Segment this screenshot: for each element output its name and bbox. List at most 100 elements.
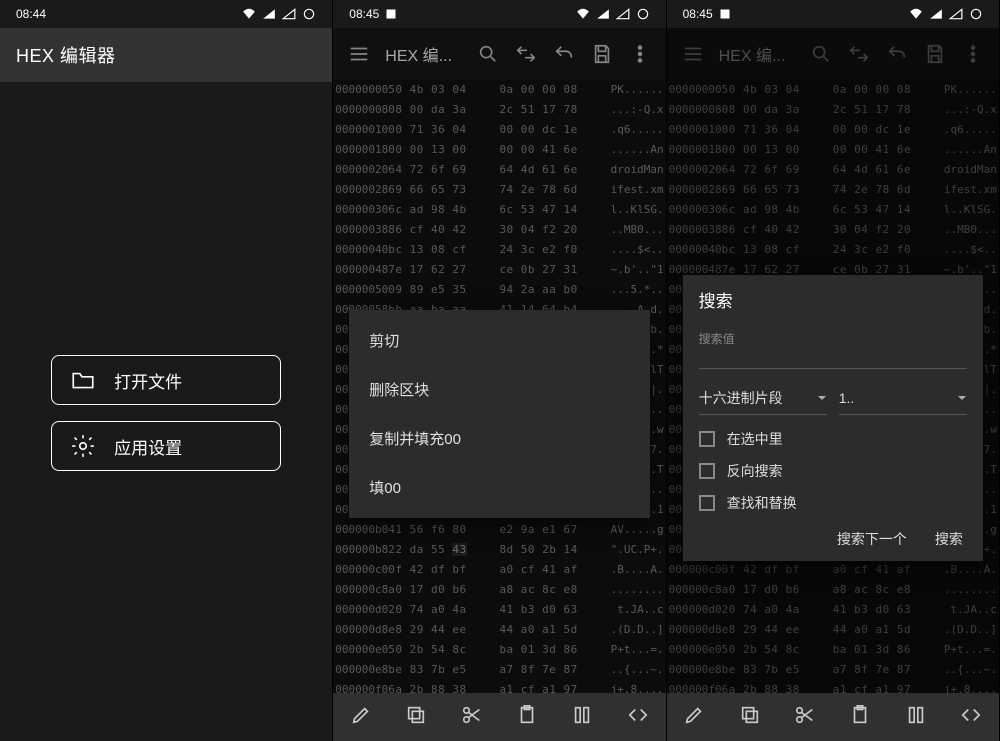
search-button[interactable] bbox=[470, 36, 506, 72]
hex-row[interactable]: 000000b822 da 55 438d 50 2b 14".UC.P+. bbox=[335, 540, 663, 560]
hex-row[interactable]: 000000c8a0 17 d0 b6a8 ac 8c e8........ bbox=[669, 580, 997, 600]
hex-row[interactable]: 0000002064 72 6f 6964 4d 61 6edroidMan bbox=[669, 160, 997, 180]
status-icons bbox=[576, 7, 650, 21]
paste-button[interactable] bbox=[516, 704, 538, 731]
chevron-down-icon bbox=[817, 393, 827, 403]
ctx-copy-fill-00[interactable]: 复制并填充00 bbox=[349, 414, 649, 463]
hex-row[interactable]: 00000040bc 13 08 cf24 3c e2 f0....$<.. bbox=[669, 240, 997, 260]
goto-button[interactable] bbox=[508, 36, 544, 72]
scissors-icon bbox=[461, 704, 483, 726]
image-icon bbox=[719, 8, 731, 20]
hex-row[interactable]: 0000002064 72 6f 6964 4d 61 6edroidMan bbox=[335, 160, 663, 180]
hex-row[interactable]: 000000487e 17 62 27ce 0b 27 31~.b'.."1 bbox=[335, 260, 663, 280]
code-icon bbox=[627, 704, 649, 726]
hex-row[interactable]: 000000f06a 2b 88 38a1 cf a1 97j+.8.... bbox=[335, 680, 663, 693]
code-button[interactable] bbox=[960, 704, 982, 731]
hex-row[interactable]: 0000001000 71 36 0400 00 dc 1e.q6..... bbox=[669, 120, 997, 140]
search-size-spinner[interactable]: 1.. bbox=[839, 381, 967, 415]
select-button[interactable] bbox=[571, 704, 593, 731]
edit-button[interactable] bbox=[683, 704, 705, 731]
search-value-label: 搜索值 bbox=[699, 330, 967, 347]
search-icon bbox=[810, 43, 832, 65]
cut-button[interactable] bbox=[461, 704, 483, 731]
hex-row[interactable]: 000000e050 2b 54 8cba 01 3d 86P+t...=. bbox=[669, 640, 997, 660]
save-button[interactable] bbox=[917, 36, 953, 72]
overflow-button[interactable] bbox=[955, 36, 991, 72]
search-button[interactable] bbox=[803, 36, 839, 72]
hex-row[interactable]: 000000d020 74 a0 4a41 b3 d0 63 t.JA..c bbox=[669, 600, 997, 620]
folder-icon bbox=[70, 367, 96, 393]
hex-row[interactable]: 0000000808 00 da 3a2c 51 17 78...:-Q.x bbox=[335, 100, 663, 120]
more-icon bbox=[629, 43, 651, 65]
cb-label: 在选中里 bbox=[727, 429, 783, 449]
hex-row[interactable]: 0000001800 00 13 0000 00 41 6e......An bbox=[335, 140, 663, 160]
search-next-button[interactable]: 搜索下一个 bbox=[837, 529, 907, 549]
status-time: 08:44 bbox=[16, 7, 46, 21]
settings-button[interactable]: 应用设置 bbox=[51, 421, 281, 471]
context-menu: 剪切 删除区块 复制并填充00 填00 bbox=[349, 310, 649, 518]
signal-icon bbox=[929, 7, 943, 21]
undo-icon bbox=[553, 43, 575, 65]
hex-row[interactable]: 0000003886 cf 40 4230 04 f2 20..MB0... bbox=[335, 220, 663, 240]
open-file-button[interactable]: 打开文件 bbox=[51, 355, 281, 405]
hex-row[interactable]: 0000001000 71 36 0400 00 dc 1e.q6..... bbox=[335, 120, 663, 140]
hex-row[interactable]: 000000d8e8 29 44 ee44 a0 a1 5d.(D.D..] bbox=[335, 620, 663, 640]
hex-row[interactable]: 000000306c ad 98 4b6c 53 47 14l..KlSG. bbox=[669, 200, 997, 220]
hex-row[interactable]: 000000c8a0 17 d0 b6a8 ac 8c e8........ bbox=[335, 580, 663, 600]
hex-row[interactable]: 0000005009 89 e5 3594 2a aa b0...5.*.. bbox=[335, 280, 663, 300]
signal-icon-2 bbox=[949, 7, 963, 21]
hex-row[interactable]: 000000d8e8 29 44 ee44 a0 a1 5d.(D.D..] bbox=[669, 620, 997, 640]
cb-reverse[interactable]: 反向搜索 bbox=[699, 455, 967, 487]
checkbox-icon bbox=[699, 463, 715, 479]
hex-row[interactable]: 0000002869 66 65 7374 2e 78 6difest.xm bbox=[335, 180, 663, 200]
chevron-down-icon bbox=[957, 393, 967, 403]
overflow-button[interactable] bbox=[622, 36, 658, 72]
menu-button[interactable] bbox=[341, 36, 377, 72]
signal-icon bbox=[596, 7, 610, 21]
ctx-cut[interactable]: 剪切 bbox=[349, 316, 649, 365]
status-bar: 08:44 bbox=[0, 0, 332, 28]
undo-button[interactable] bbox=[879, 36, 915, 72]
signal-icon bbox=[262, 7, 276, 21]
cb-find-replace[interactable]: 查找和替换 bbox=[699, 487, 967, 519]
edit-button[interactable] bbox=[350, 704, 372, 731]
code-button[interactable] bbox=[627, 704, 649, 731]
hex-row[interactable]: 000000e050 2b 54 8cba 01 3d 86P+t...=. bbox=[335, 640, 663, 660]
settings-label: 应用设置 bbox=[114, 434, 182, 459]
cb-in-selection[interactable]: 在选中里 bbox=[699, 423, 967, 455]
ctx-fill-00[interactable]: 填00 bbox=[349, 463, 649, 512]
status-bar: 08:45 bbox=[333, 0, 665, 28]
search-icon bbox=[477, 43, 499, 65]
hex-row[interactable]: 000000b041 56 f6 80e2 9a e1 67AV.....g bbox=[335, 520, 663, 540]
copy-button[interactable] bbox=[739, 704, 761, 731]
search-type-spinner[interactable]: 十六进制片段 bbox=[699, 381, 827, 415]
hex-row[interactable]: 000000c00f 42 df bfa0 cf 41 af.B....A. bbox=[335, 560, 663, 580]
hex-row[interactable]: 000000d020 74 a0 4a41 b3 d0 63 t.JA..c bbox=[335, 600, 663, 620]
status-time: 08:45 bbox=[349, 7, 379, 21]
ctx-delete-block[interactable]: 删除区块 bbox=[349, 365, 649, 414]
hex-row[interactable]: 000000306c ad 98 4b6c 53 47 14l..KlSG. bbox=[335, 200, 663, 220]
hex-row[interactable]: 00000040bc 13 08 cf24 3c e2 f0....$<.. bbox=[335, 240, 663, 260]
search-button-dialog[interactable]: 搜索 bbox=[935, 529, 963, 549]
hex-row[interactable]: 0000000050 4b 03 040a 00 00 08PK...... bbox=[669, 80, 997, 100]
cut-button[interactable] bbox=[794, 704, 816, 731]
hex-row[interactable]: 0000000050 4b 03 040a 00 00 08PK...... bbox=[335, 80, 663, 100]
hex-row[interactable]: 0000003886 cf 40 4230 04 f2 20..MB0... bbox=[669, 220, 997, 240]
search-value-input[interactable] bbox=[699, 347, 967, 369]
hex-row[interactable]: 0000000808 00 da 3a2c 51 17 78...:-Q.x bbox=[669, 100, 997, 120]
hex-row[interactable]: 000000c00f 42 df bfa0 cf 41 af.B....A. bbox=[669, 560, 997, 580]
menu-button[interactable] bbox=[675, 36, 711, 72]
paste-button[interactable] bbox=[849, 704, 871, 731]
goto-button[interactable] bbox=[841, 36, 877, 72]
hex-row[interactable]: 0000001800 00 13 0000 00 41 6e......An bbox=[669, 140, 997, 160]
undo-button[interactable] bbox=[546, 36, 582, 72]
save-button[interactable] bbox=[584, 36, 620, 72]
columns-icon bbox=[905, 704, 927, 726]
select-button[interactable] bbox=[905, 704, 927, 731]
hex-row[interactable]: 000000f06a 2b 88 38a1 cf a1 97j+.8.... bbox=[669, 680, 997, 693]
copy-button[interactable] bbox=[405, 704, 427, 731]
hex-row[interactable]: 000000e8be 83 7b e5a7 8f 7e 87..{...~. bbox=[335, 660, 663, 680]
hex-row[interactable]: 0000002869 66 65 7374 2e 78 6difest.xm bbox=[669, 180, 997, 200]
hex-row[interactable]: 000000e8be 83 7b e5a7 8f 7e 87..{...~. bbox=[669, 660, 997, 680]
clipboard-icon bbox=[516, 704, 538, 726]
